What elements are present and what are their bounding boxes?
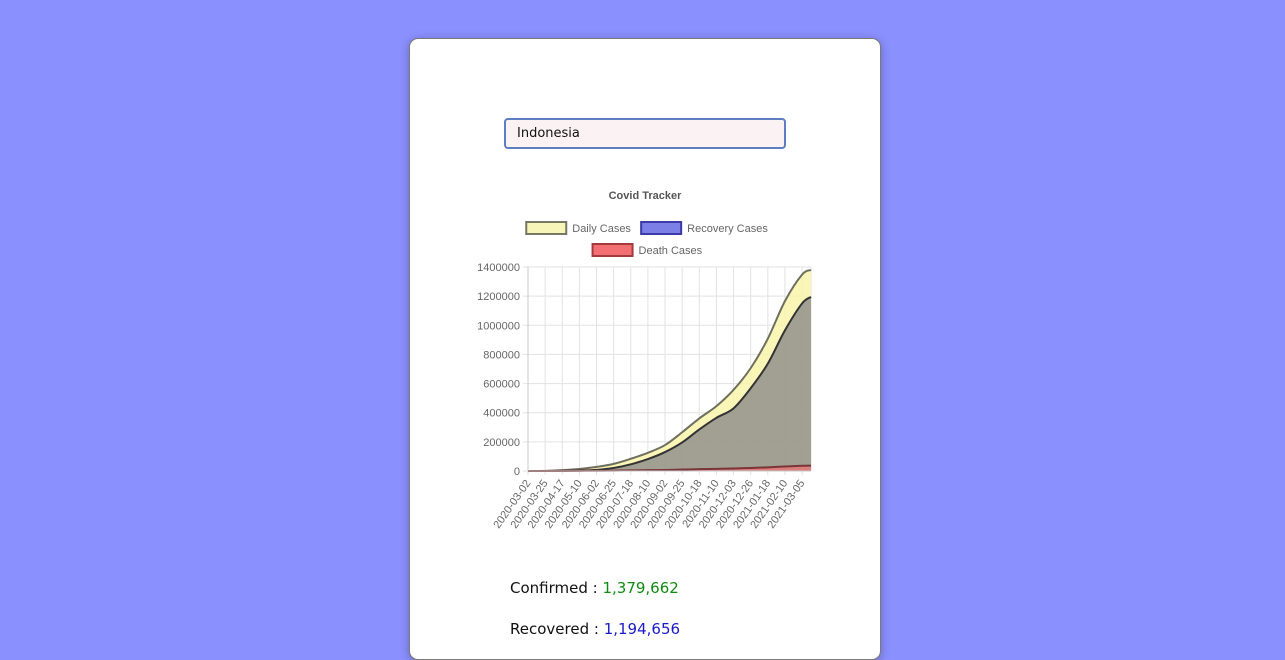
legend-label: Recovery Cases <box>687 223 768 235</box>
recovered-value: 1,194,656 <box>603 620 681 638</box>
y-tick-label: 1400000 <box>477 262 520 274</box>
legend-swatch <box>591 243 634 257</box>
recovered-label: Recovered : <box>510 620 604 638</box>
confirmed-label: Confirmed : <box>510 579 603 597</box>
legend-swatch <box>525 221 568 235</box>
y-tick-label: 400000 <box>483 408 520 420</box>
chart-legend: Daily Cases Recovery Cases Death Cases <box>525 221 768 257</box>
y-tick-label: 200000 <box>483 437 520 449</box>
covid-chart: Covid Tracker 0 200000 400000 600000 800000 1… <box>477 190 812 531</box>
y-tick-label: 1200000 <box>477 291 520 303</box>
chart-title: Covid Tracker <box>609 190 682 202</box>
confirmed-value: 1,379,662 <box>602 579 679 597</box>
y-tick-label: 0 <box>514 466 520 478</box>
legend-label: Death Cases <box>639 245 703 257</box>
y-tick-label: 800000 <box>483 349 520 361</box>
legend-swatch <box>640 221 683 235</box>
legend-label: Daily Cases <box>572 223 631 235</box>
y-tick-label: 600000 <box>483 379 520 391</box>
chart-areas <box>527 269 812 473</box>
confirmed-stat: Confirmed : 1,379,662 <box>510 579 679 597</box>
tracker-card: Covid Tracker 0 200000 400000 600000 800000 1… <box>409 38 881 660</box>
y-tick-label: 1000000 <box>477 320 520 332</box>
recovered-stat: Recovered : 1,194,656 <box>510 620 680 638</box>
